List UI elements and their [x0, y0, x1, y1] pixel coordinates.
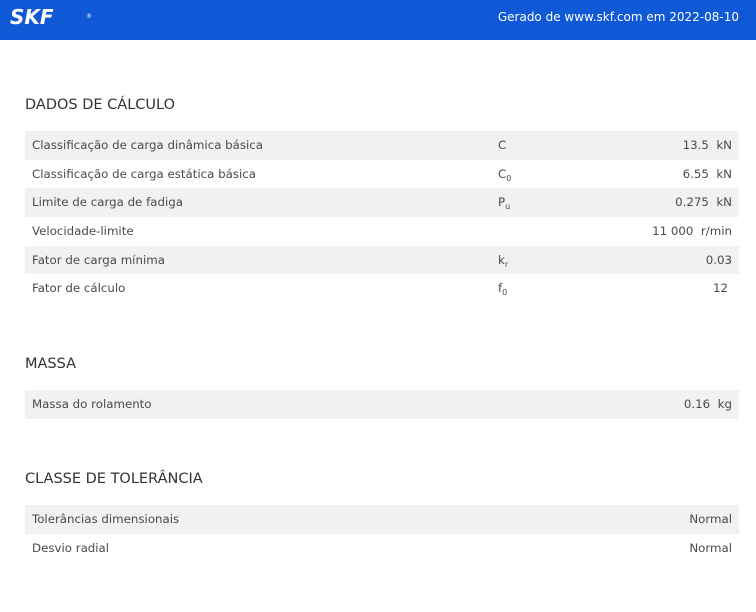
row-symbol: C: [498, 138, 507, 152]
row-label: Desvio radial: [32, 540, 110, 555]
row-symbol: Pu: [498, 195, 511, 212]
generated-note: Gerado de www.skf.com em 2022-08-10: [497, 10, 739, 24]
row-symbol: f0: [498, 281, 508, 298]
section-title-mass: MASSA: [25, 356, 77, 372]
row-value: 13.5 kN: [682, 138, 732, 152]
table-row: Fator de cálculo f0 12: [25, 274, 739, 303]
row-value: 11 000 r/min: [652, 224, 732, 239]
row-value: 0.275 kN: [675, 195, 732, 210]
row-label: Classificação de carga estática básica: [32, 166, 256, 181]
row-value: 6.55 kN: [682, 166, 732, 181]
row-value: 0.03: [705, 252, 732, 267]
table-row: Velocidade-limite 11 000 r/min: [25, 217, 739, 246]
skf-logo[interactable]: SKF: [10, 5, 54, 29]
table-row: Desvio radial Normal: [25, 534, 739, 563]
table-row: Classificação de carga dinâmica básica C…: [25, 131, 739, 160]
table-row: Tolerâncias dimensionais Normal: [25, 505, 739, 534]
table-row: Classificação de carga estática básica C…: [25, 160, 739, 189]
row-label: Fator de cálculo: [32, 281, 126, 296]
tolerance-table: Tolerâncias dimensionais Normal Desvio r…: [25, 505, 739, 562]
mass-table: Massa do rolamento 0.16 kg: [25, 390, 739, 419]
row-label: Classificação de carga dinâmica básica: [32, 138, 264, 152]
section-title-calc: DADOS DE CÁLCULO: [25, 97, 175, 113]
row-value: 12: [712, 281, 728, 296]
page-header: SKF ® Gerado de www.skf.com em 2022-08-1…: [0, 0, 756, 40]
table-row: Massa do rolamento 0.16 kg: [25, 390, 739, 419]
row-symbol: C0: [498, 166, 512, 183]
row-value: Normal: [689, 540, 732, 555]
row-symbol: kr: [498, 252, 509, 269]
row-label: Fator de carga mínima: [32, 252, 165, 267]
row-value: Normal: [689, 512, 732, 526]
section-title-tolerance: CLASSE DE TOLERÂNCIA: [25, 471, 203, 487]
row-value: 0.16 kg: [683, 397, 732, 411]
table-row: Limite de carga de fadiga Pu 0.275 kN: [25, 188, 739, 218]
row-label: Massa do rolamento: [32, 397, 152, 411]
calc-table: Classificação de carga dinâmica básica C…: [25, 131, 739, 303]
registered-mark: ®: [86, 13, 92, 20]
row-label: Limite de carga de fadiga: [32, 195, 183, 210]
row-label: Velocidade-limite: [32, 224, 134, 239]
table-row: Fator de carga mínima kr 0.03: [25, 245, 739, 275]
row-label: Tolerâncias dimensionais: [32, 512, 180, 526]
